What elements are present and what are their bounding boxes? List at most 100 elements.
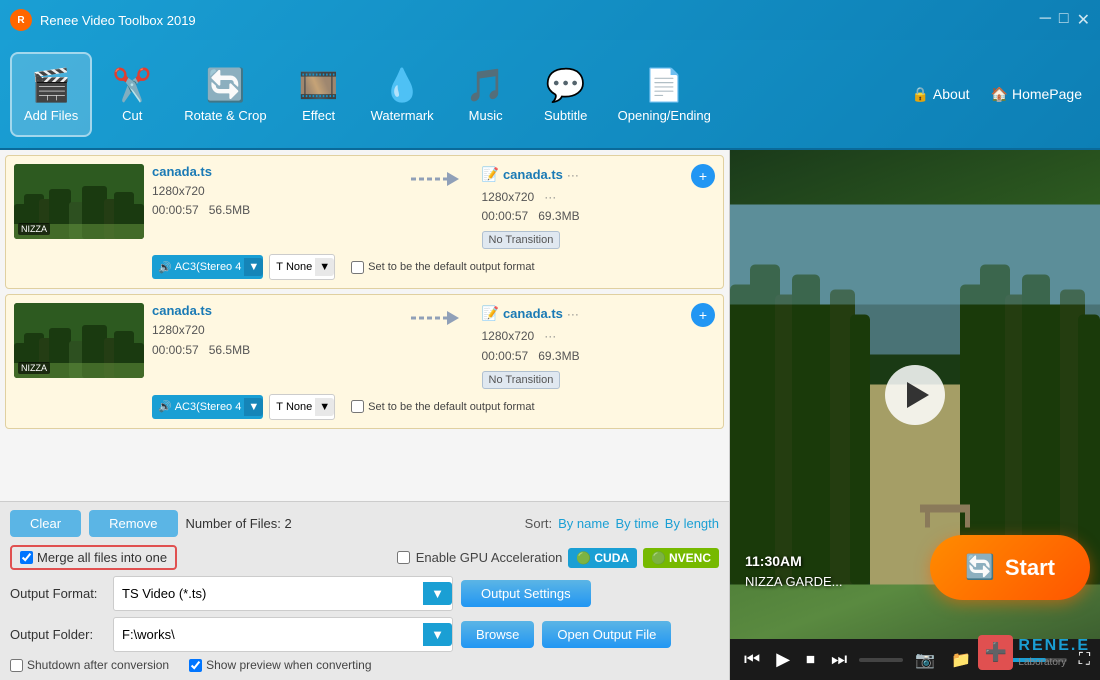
sort-by-time[interactable]: By time (615, 516, 658, 531)
app-title: Renee Video Toolbox 2019 (40, 13, 1040, 28)
toolbar-cut-label: Cut (122, 108, 142, 123)
folder-button[interactable]: 📁 (947, 648, 975, 672)
bottom-row4: Output Folder: F:\works\ ▼ Browse Open O… (10, 617, 719, 652)
audio-track-select-1[interactable]: 🔊 AC3(Stereo 4 ▼ (152, 255, 263, 279)
minimize-button[interactable]: ─ (1040, 10, 1051, 30)
output-format-label: Output Format: (10, 586, 105, 601)
default-format-checkbox-2[interactable] (351, 400, 364, 413)
lock-icon: 🔒 (911, 86, 928, 103)
open-output-button[interactable]: Open Output File (542, 621, 671, 648)
file-info-1: canada.ts 1280x720 00:00:57 56.5MB (152, 164, 386, 220)
toolbar-cut[interactable]: ✂️ Cut (92, 52, 172, 137)
default-format-check-1: Set to be the default output format (351, 261, 534, 274)
nvenc-badge: 🟢 NVENC (643, 548, 719, 568)
output-header-1: 📝 canada.ts ··· + (482, 164, 716, 188)
rene-logo-text: RENE.E Laboratory (1018, 636, 1090, 670)
audio-track-select-2[interactable]: 🔊 AC3(Stereo 4 ▼ (152, 395, 263, 419)
filedetails-1: 1280x720 00:00:57 56.5MB (152, 182, 386, 220)
subtitle-select-arrow-1: ▼ (315, 258, 334, 276)
right-panel: 11:30AM NIZZA GARDE... ⏮ ▶ ⏹ ⏭ 📷 📁 🔊 ⛶ (730, 150, 1100, 680)
toolbar-watermark-label: Watermark (371, 108, 434, 123)
arrow-icon-1 (409, 164, 459, 194)
homepage-button[interactable]: 🏠 HomePage (983, 81, 1090, 108)
toolbar-right: 🔒 About 🏠 HomePage (903, 81, 1090, 108)
start-button[interactable]: 🔄 Start (930, 535, 1090, 600)
output-filedetails-1: 1280x720 ··· 00:00:57 69.3MB (482, 188, 716, 226)
toolbar: 🎬 Add Files ✂️ Cut 🔄 Rotate & Crop 🎞️ Ef… (0, 40, 1100, 150)
filename-2: canada.ts (152, 303, 386, 318)
merge-checkbox-area[interactable]: Merge all files into one (10, 545, 177, 570)
subtitle-select-arrow-2: ▼ (315, 398, 334, 416)
sort-by-length[interactable]: By length (665, 516, 719, 531)
toolbar-add-files[interactable]: 🎬 Add Files (10, 52, 92, 137)
arrow-area-2 (394, 303, 474, 333)
file-item-bottom-1: 🔊 AC3(Stereo 4 ▼ T None ▼ Set to be the … (14, 254, 715, 280)
thumbnail-overlay-2: NIZZA (18, 362, 50, 374)
toolbar-rotate-crop[interactable]: 🔄 Rotate & Crop (172, 52, 278, 137)
bottom-controls: Clear Remove Number of Files: 2 Sort: By… (0, 501, 729, 680)
video-timestamp: 11:30AM (745, 553, 802, 569)
format-dropdown-arrow: ▼ (423, 582, 452, 605)
sort-by-name[interactable]: By name (558, 516, 609, 531)
toolbar-opening-ending[interactable]: 📄 Opening/Ending (606, 52, 723, 137)
browse-button[interactable]: Browse (461, 621, 534, 648)
toolbar-subtitle[interactable]: 💬 Subtitle (526, 52, 606, 137)
shutdown-checkbox[interactable] (10, 659, 23, 672)
toolbar-effect[interactable]: 🎞️ Effect (279, 52, 359, 137)
shutdown-check: Shutdown after conversion (10, 658, 169, 672)
audio-select-arrow-1: ▼ (244, 258, 263, 276)
file-list: NIZZA canada.ts 1280x720 00:00:57 56.5MB (0, 150, 729, 501)
bottom-row1: Clear Remove Number of Files: 2 Sort: By… (10, 510, 719, 537)
remove-button[interactable]: Remove (89, 510, 177, 537)
merge-checkbox[interactable] (20, 551, 33, 564)
file-item: NIZZA canada.ts 1280x720 00:00:57 56.5MB (5, 155, 724, 289)
add-files-icon: 🎬 (31, 66, 71, 104)
output-settings-button[interactable]: Output Settings (461, 580, 591, 607)
toolbar-subtitle-label: Subtitle (544, 108, 587, 123)
sort-area: Sort: By name By time By length (525, 516, 719, 531)
output-filename-1: 📝 canada.ts ··· (482, 166, 579, 183)
subtitle-track-select-2[interactable]: T None ▼ (269, 394, 335, 420)
format-select[interactable]: TS Video (*.ts) ▼ (113, 576, 453, 611)
file-count: Number of Files: 2 (186, 516, 292, 531)
maximize-button[interactable]: □ (1059, 10, 1069, 30)
folder-select[interactable]: F:\works\ ▼ (113, 617, 453, 652)
rene-logo-icon: ➕ (978, 635, 1013, 670)
effect-icon: 🎞️ (299, 66, 339, 104)
gpu-area: Enable GPU Acceleration 🟢 CUDA 🟢 NVENC (397, 548, 719, 568)
play-button[interactable] (885, 365, 945, 425)
clear-button[interactable]: Clear (10, 510, 81, 537)
skip-forward-button[interactable]: ⏭ (827, 647, 851, 672)
music-icon: 🎵 (466, 66, 506, 104)
about-button[interactable]: 🔒 About (903, 81, 977, 108)
close-button[interactable]: ✕ (1077, 10, 1090, 30)
output-info-1: 📝 canada.ts ··· + 1280x720 ··· 00:00:57 (482, 164, 716, 248)
output-info-2: 📝 canada.ts ··· + 1280x720 ··· 00:00:57 (482, 303, 716, 387)
default-format-check-2: Set to be the default output format (351, 400, 534, 413)
gpu-acceleration-checkbox[interactable] (397, 551, 410, 564)
gpu-label: Enable GPU Acceleration (416, 550, 563, 565)
title-bar: R Renee Video Toolbox 2019 ─ □ ✕ (0, 0, 1100, 40)
add-output-button-1[interactable]: + (691, 164, 715, 188)
output-header-2: 📝 canada.ts ··· + (482, 303, 716, 327)
toolbar-watermark[interactable]: 💧 Watermark (359, 52, 446, 137)
default-format-checkbox-1[interactable] (351, 261, 364, 274)
add-output-button-2[interactable]: + (691, 303, 715, 327)
window-controls: ─ □ ✕ (1040, 10, 1090, 30)
transition-badge-2: No Transition (482, 371, 561, 389)
toolbar-music[interactable]: 🎵 Music (446, 52, 526, 137)
preview-check: Show preview when converting (189, 658, 371, 672)
stop-button[interactable]: ⏹ (802, 647, 819, 672)
nvidia-cuda-icon: 🟢 (576, 551, 591, 565)
progress-bar[interactable] (859, 658, 903, 662)
play-pause-button[interactable]: ▶ (772, 647, 794, 672)
preview-checkbox[interactable] (189, 659, 202, 672)
toolbar-add-files-label: Add Files (24, 108, 78, 123)
skip-back-button[interactable]: ⏮ (740, 647, 764, 672)
subtitle-track-select-1[interactable]: T None ▼ (269, 254, 335, 280)
screenshot-button[interactable]: 📷 (911, 648, 939, 672)
shutdown-label: Shutdown after conversion (27, 658, 169, 672)
rene-logo: ➕ RENE.E Laboratory (978, 635, 1090, 670)
cuda-badge: 🟢 CUDA (568, 548, 637, 568)
folder-dropdown-arrow: ▼ (423, 623, 452, 646)
